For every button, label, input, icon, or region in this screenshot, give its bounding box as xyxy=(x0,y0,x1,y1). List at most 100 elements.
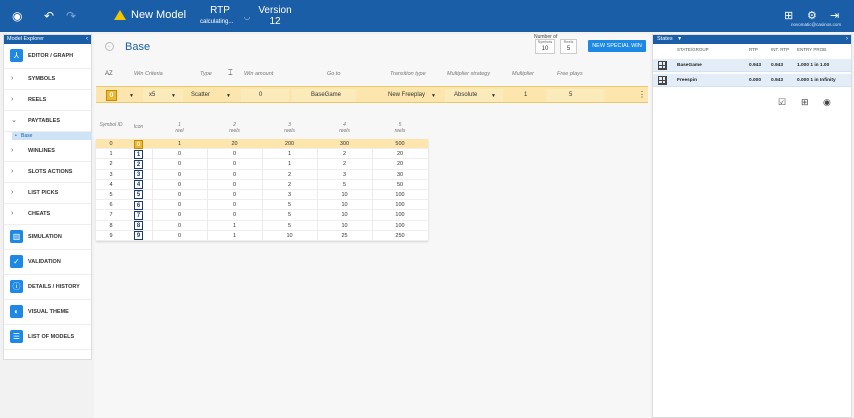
sidebar-item-editor-graph[interactable]: ⅄ EDITOR / GRAPH xyxy=(4,44,91,69)
pay-value-cell[interactable]: 100 xyxy=(372,200,428,210)
pay-value-cell[interactable]: 0 xyxy=(152,149,207,159)
paytable-row[interactable]: 5 5 0 0 3 10 100 xyxy=(96,190,428,201)
pay-value-cell[interactable]: 10 xyxy=(317,200,372,210)
paytable-row[interactable]: 3 3 0 0 2 3 30 xyxy=(96,170,428,180)
multiplier-strategy-select[interactable]: Absolute xyxy=(454,92,477,98)
eye-icon[interactable]: ◉ xyxy=(823,97,831,108)
pay-value-cell[interactable]: 1 xyxy=(262,159,317,169)
pay-value-cell[interactable]: 0 xyxy=(207,190,262,200)
collapse-left-icon[interactable]: ‹ xyxy=(86,35,88,44)
pay-value-cell[interactable]: 5 xyxy=(262,200,317,210)
pay-value-cell[interactable]: 10 xyxy=(317,210,372,220)
pay-value-cell[interactable]: 1 xyxy=(152,139,207,149)
pay-value-cell[interactable]: 0 xyxy=(207,210,262,220)
pay-value-cell[interactable]: 300 xyxy=(317,139,372,149)
special-win-row[interactable]: 0 ▼ x5 ▼ Scatter ▼ 0 BaseGame New Freepl… xyxy=(96,86,648,103)
sidebar-item-reels[interactable]: › REELS xyxy=(4,90,91,111)
pay-value-cell[interactable]: 3 xyxy=(262,190,317,200)
sort-az-icon[interactable]: AZ xyxy=(105,71,113,77)
pay-value-cell[interactable]: 100 xyxy=(372,221,428,231)
hierarchy-icon[interactable]: ⊞ xyxy=(801,97,809,108)
pay-value-cell[interactable]: 2 xyxy=(262,170,317,180)
dropdown-arrow-icon[interactable]: ▼ xyxy=(677,36,682,42)
pay-value-cell[interactable]: 50 xyxy=(372,180,428,190)
pay-value-cell[interactable]: 3 xyxy=(317,170,372,180)
pay-value-cell[interactable]: 1 xyxy=(262,149,317,159)
win-amount-input[interactable]: 0 xyxy=(259,92,262,98)
pay-value-cell[interactable]: 0 xyxy=(207,180,262,190)
pay-value-cell[interactable]: 5 xyxy=(262,210,317,220)
paytable-row[interactable]: 1 1 0 0 1 2 20 xyxy=(96,149,428,160)
paytable-row[interactable]: 6 6 0 0 5 10 100 xyxy=(96,200,428,211)
sidebar-item-slots-actions[interactable]: › SLOTS ACTIONS xyxy=(4,162,91,183)
pay-value-cell[interactable]: 100 xyxy=(372,190,428,200)
reels-count-field[interactable]: Reels 5 xyxy=(560,39,577,54)
pay-value-cell[interactable]: 0 xyxy=(152,180,207,190)
pay-value-cell[interactable]: 2 xyxy=(317,149,372,159)
go-to-select[interactable]: BaseGame xyxy=(311,92,341,98)
pay-value-cell[interactable]: 10 xyxy=(262,231,317,241)
pay-value-cell[interactable]: 250 xyxy=(372,231,428,241)
sidebar-item-symbols[interactable]: › SYMBOLS xyxy=(4,69,91,90)
sidebar-item-winlines[interactable]: › WINLINES xyxy=(4,141,91,162)
back-icon[interactable]: ← xyxy=(105,42,114,51)
pay-value-cell[interactable]: 0 xyxy=(152,190,207,200)
paytable-row[interactable]: 9 9 0 1 10 25 250 xyxy=(96,231,428,241)
pay-value-cell[interactable]: 0 xyxy=(152,200,207,210)
check-list-icon[interactable]: ☑ xyxy=(778,97,786,108)
pay-value-cell[interactable]: 0 xyxy=(207,200,262,210)
type-select[interactable]: Scatter xyxy=(191,92,210,98)
sidebar-subitem-base[interactable]: Base xyxy=(4,132,92,141)
paytable-row[interactable]: 8 8 0 1 5 10 100 xyxy=(96,221,428,231)
dropdown-arrow-icon[interactable]: ▼ xyxy=(431,93,436,99)
sidebar-item-details-history[interactable]: ⓘ DETAILS / HISTORY xyxy=(4,275,91,300)
pay-value-cell[interactable]: 0 xyxy=(152,231,207,241)
new-special-win-button[interactable]: NEW SPECIAL WIN xyxy=(588,40,646,52)
pay-value-cell[interactable]: 1 xyxy=(207,231,262,241)
symbol-select[interactable]: 0 xyxy=(106,90,117,101)
pay-value-cell[interactable]: 0 xyxy=(152,159,207,169)
pay-value-cell[interactable]: 0 xyxy=(152,221,207,231)
pay-value-cell[interactable]: 100 xyxy=(372,210,428,220)
sidebar-item-paytables[interactable]: ⌄ PAYTABLES xyxy=(4,111,91,132)
pay-value-cell[interactable]: 5 xyxy=(317,180,372,190)
transition-type-select[interactable]: New Freeplay xyxy=(388,92,425,98)
paytable-row[interactable]: 7 7 0 0 5 10 100 xyxy=(96,210,428,221)
paytable-row[interactable]: 0 0 1 20 200 300 500 xyxy=(96,139,428,150)
pay-value-cell[interactable]: 500 xyxy=(372,139,428,149)
pay-value-cell[interactable]: 0 xyxy=(207,170,262,180)
pay-value-cell[interactable]: 0 xyxy=(207,159,262,169)
free-plays-input[interactable]: 5 xyxy=(569,92,572,98)
pay-value-cell[interactable]: 200 xyxy=(262,139,317,149)
pay-value-cell[interactable]: 10 xyxy=(317,221,372,231)
pay-value-cell[interactable]: 1 xyxy=(207,221,262,231)
pay-value-cell[interactable]: 5 xyxy=(262,221,317,231)
sidebar-item-validation[interactable]: ✓ VALIDATION xyxy=(4,250,91,275)
collapse-right-icon[interactable]: › xyxy=(846,35,848,44)
pay-value-cell[interactable]: 2 xyxy=(262,180,317,190)
sidebar-item-simulation[interactable]: ▥ SIMULATION xyxy=(4,225,91,250)
sidebar-item-visual-theme[interactable]: ◐ VISUAL THEME xyxy=(4,300,91,325)
pay-value-cell[interactable]: 0 xyxy=(207,149,262,159)
undo-icon[interactable]: ↶ xyxy=(44,8,54,24)
pay-value-cell[interactable]: 20 xyxy=(372,159,428,169)
dropdown-arrow-icon[interactable]: ▼ xyxy=(171,93,176,99)
state-row-freespin[interactable]: Freespin 0.000 0.943 0.000 1 in Infinity xyxy=(653,74,851,87)
pay-value-cell[interactable]: 25 xyxy=(317,231,372,241)
more-vert-icon[interactable]: ⋮ xyxy=(638,90,646,99)
pay-value-cell[interactable]: 30 xyxy=(372,170,428,180)
pay-value-cell[interactable]: 20 xyxy=(207,139,262,149)
sidebar-item-cheats[interactable]: › CHEATS xyxy=(4,204,91,225)
pay-value-cell[interactable]: 20 xyxy=(372,149,428,159)
paytable-row[interactable]: 2 2 0 0 1 2 20 xyxy=(96,159,428,170)
dropdown-arrow-icon[interactable]: ▼ xyxy=(129,93,134,99)
sidebar-item-list-picks[interactable]: › LIST PICKS xyxy=(4,183,91,204)
sidebar-item-list-of-models[interactable]: ☰ LIST OF MODELS xyxy=(4,325,91,350)
criteria-select[interactable]: x5 xyxy=(149,92,155,98)
pay-value-cell[interactable]: 0 xyxy=(152,170,207,180)
play-circle-icon[interactable]: ◉ xyxy=(12,8,22,24)
dropdown-arrow-icon[interactable]: ▼ xyxy=(226,93,231,99)
dropdown-arrow-icon[interactable]: ▼ xyxy=(491,93,496,99)
paytable-row[interactable]: 4 4 0 0 2 5 50 xyxy=(96,180,428,190)
redo-icon[interactable]: ↷ xyxy=(66,8,76,24)
